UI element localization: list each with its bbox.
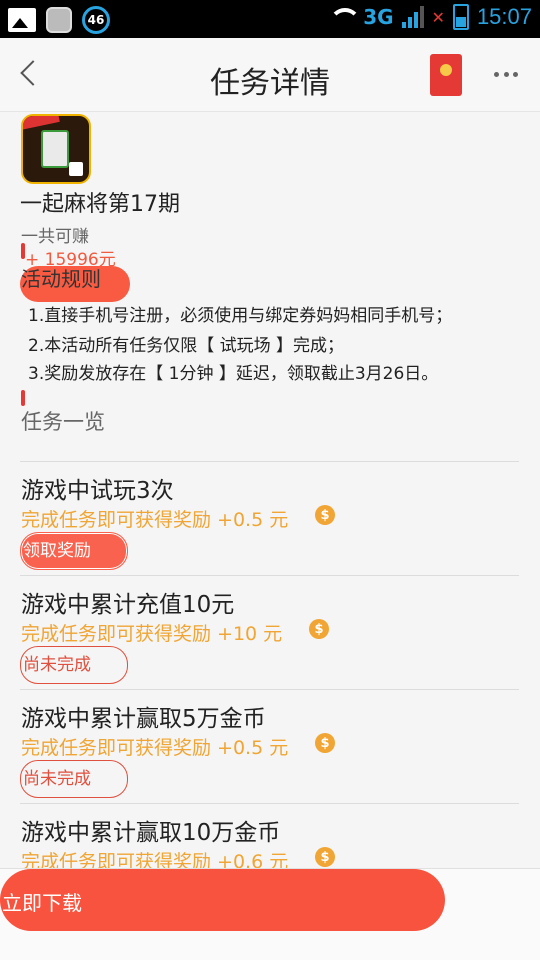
- divider: [20, 461, 519, 462]
- bottom-bar: 立即下载: [0, 868, 540, 960]
- section-marker: [21, 390, 25, 406]
- wifi-icon: [327, 6, 362, 28]
- task-reward: 完成任务即可获得奖励 +10 元: [21, 623, 283, 645]
- task-item: 游戏中累计充值10元 完成任务即可获得奖励 +10 元 $ 尚未完成: [0, 575, 540, 689]
- task-item: 游戏中累计赢取5万金币 完成任务即可获得奖励 +0.5 元 $ 尚未完成: [0, 689, 540, 803]
- task-incomplete-button[interactable]: 尚未完成: [20, 646, 128, 684]
- task-overview-title: 任务一览: [21, 410, 105, 434]
- divider: [20, 803, 519, 804]
- rule-item: 1.直接手机号注册，必须使用与绑定券妈妈相同手机号；: [28, 306, 453, 326]
- rule-item: 2.本活动所有任务仅限【 试玩场 】完成；: [28, 336, 345, 356]
- notification-badge-icon: 46: [82, 6, 110, 34]
- rules-title: 活动规则: [21, 267, 101, 291]
- rule-item: 3.奖励发放存在【 1分钟 】延迟，领取截止3月26日。: [28, 364, 439, 384]
- game-logo: [21, 114, 91, 184]
- task-detail-content[interactable]: 一起麻将第17期 一共可赚 + 15996元 活动规则 1.直接手机号注册，必须…: [0, 112, 540, 868]
- coin-icon: $: [315, 505, 335, 525]
- download-button[interactable]: 立即下载: [0, 869, 445, 931]
- divider: [20, 575, 519, 576]
- status-clock: 15:07: [476, 4, 532, 29]
- app-screen: 46 3G ✕ 15:07 任务详情 一起麻将第17期 一共可赚 + 15996…: [0, 0, 540, 960]
- gallery-icon: [8, 8, 36, 32]
- task-reward: 完成任务即可获得奖励 +0.5 元: [21, 737, 289, 759]
- task-title: 游戏中累计赢取5万金币: [21, 706, 266, 732]
- task-reward: 完成任务即可获得奖励 +0.6 元: [21, 851, 289, 868]
- divider: [20, 689, 519, 690]
- task-item: 游戏中累计赢取10万金币 完成任务即可获得奖励 +0.6 元 $: [0, 803, 540, 868]
- game-name: 一起麻将第17期: [20, 192, 180, 217]
- no-sim-icon: ✕: [431, 7, 445, 27]
- network-type: 3G: [363, 5, 394, 29]
- task-title: 游戏中累计赢取10万金币: [21, 820, 281, 846]
- red-packet-icon[interactable]: [430, 54, 462, 96]
- coin-icon: $: [315, 733, 335, 753]
- task-reward: 完成任务即可获得奖励 +0.5 元: [21, 509, 289, 531]
- security-app-icon: [46, 7, 72, 33]
- signal-strength-icon: [401, 6, 424, 28]
- task-incomplete-button[interactable]: 尚未完成: [20, 760, 128, 798]
- coin-icon: $: [315, 847, 335, 867]
- earn-label: 一共可赚: [21, 227, 89, 247]
- claim-reward-button[interactable]: 领取奖励: [20, 532, 128, 570]
- task-title: 游戏中累计充值10元: [21, 592, 235, 618]
- task-item: 游戏中试玩3次 完成任务即可获得奖励 +0.5 元 $ 领取奖励: [0, 461, 540, 575]
- more-options-icon[interactable]: [494, 72, 518, 78]
- status-bar: 46 3G ✕ 15:07: [0, 0, 540, 38]
- task-title: 游戏中试玩3次: [21, 478, 174, 504]
- battery-icon: [452, 4, 469, 30]
- coin-icon: $: [309, 619, 329, 639]
- nav-header: 任务详情: [0, 38, 540, 112]
